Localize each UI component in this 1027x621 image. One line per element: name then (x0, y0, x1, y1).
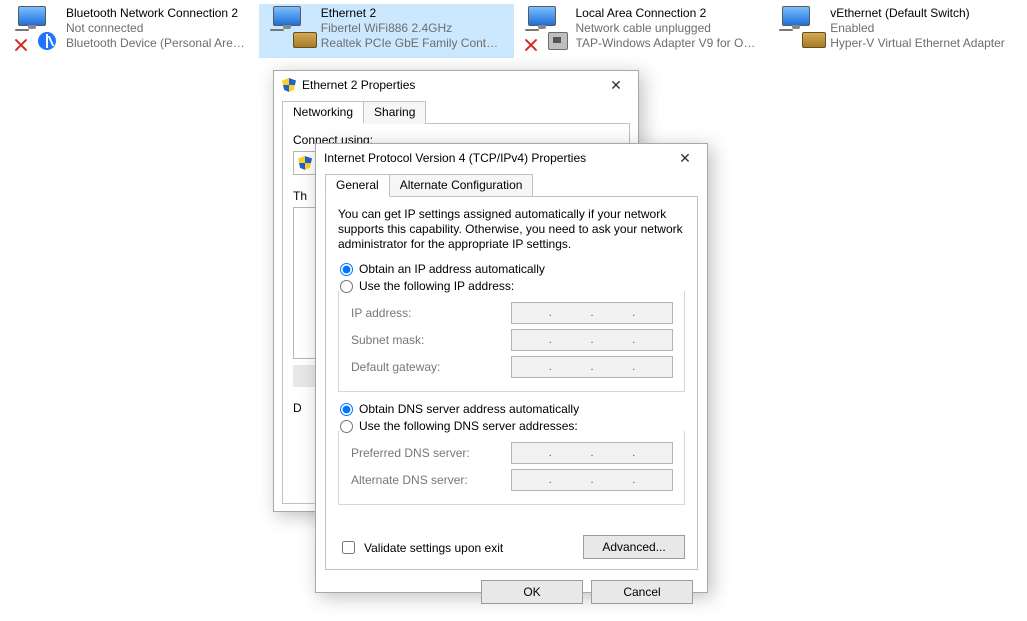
adapter-device: TAP-Windows Adapter V9 for Ope... (576, 36, 756, 51)
radio-dns-manual-label: Use the following DNS server addresses: (359, 419, 578, 433)
dialog-title: Ethernet 2 Properties (302, 78, 596, 92)
radio-ip-auto-label: Obtain an IP address automatically (359, 262, 545, 276)
adapter-lan2[interactable]: Local Area Connection 2 Network cable un… (514, 4, 769, 58)
shield-icon (282, 78, 296, 92)
nic-icon (293, 32, 317, 48)
dialog-title: Internet Protocol Version 4 (TCP/IPv4) P… (324, 151, 665, 165)
alternate-dns-field[interactable]: ... (511, 469, 673, 491)
tab-sharing[interactable]: Sharing (363, 101, 426, 124)
radio-ip-auto-input[interactable] (340, 263, 353, 276)
advanced-button[interactable]: Advanced... (583, 535, 685, 559)
adapter-name: Bluetooth Network Connection 2 (66, 6, 246, 21)
adapter-icon (8, 6, 64, 54)
adapter-status: Fibertel WiFi886 2.4GHz (321, 21, 501, 36)
close-icon: ✕ (610, 77, 622, 94)
validate-checkbox[interactable]: Validate settings upon exit (338, 538, 503, 557)
nic-icon (802, 32, 826, 48)
close-button[interactable]: ✕ (596, 74, 636, 96)
network-adapters-list: Bluetooth Network Connection 2 Not conne… (0, 0, 1027, 58)
tab-general[interactable]: General (325, 174, 390, 197)
subnet-mask-label: Subnet mask: (351, 333, 511, 347)
ip-fields-group: IP address: ... Subnet mask: ... Default… (338, 291, 685, 392)
radio-ip-manual-label: Use the following IP address: (359, 279, 514, 293)
alternate-dns-label: Alternate DNS server: (351, 473, 511, 487)
description-text: You can get IP settings assigned automat… (338, 207, 685, 252)
adapter-name: vEthernet (Default Switch) (830, 6, 1005, 21)
adapter-status: Enabled (830, 21, 1005, 36)
radio-dns-auto[interactable]: Obtain DNS server address automatically (340, 402, 685, 416)
radio-ip-manual-input[interactable] (340, 280, 353, 293)
validate-label: Validate settings upon exit (364, 541, 503, 555)
cancel-button-label: Cancel (623, 585, 660, 599)
cancel-button[interactable]: Cancel (591, 580, 693, 604)
radio-dns-manual-input[interactable] (340, 420, 353, 433)
ok-button-label: OK (523, 585, 540, 599)
advanced-button-label: Advanced... (602, 540, 665, 554)
radio-dns-auto-input[interactable] (340, 403, 353, 416)
adapter-status: Network cable unplugged (576, 21, 756, 36)
adapter-device: Realtek PCIe GbE Family Controll... (321, 36, 501, 51)
adapter-device: Hyper-V Virtual Ethernet Adapter (830, 36, 1005, 51)
adapter-ethernet2[interactable]: Ethernet 2 Fibertel WiFi886 2.4GHz Realt… (259, 4, 514, 58)
error-icon (524, 38, 538, 52)
default-gateway-label: Default gateway: (351, 360, 511, 374)
adapter-status: Not connected (66, 21, 246, 36)
adapter-icon (772, 6, 828, 54)
ipv4-properties-dialog: Internet Protocol Version 4 (TCP/IPv4) P… (315, 143, 708, 593)
adapter-bluetooth[interactable]: Bluetooth Network Connection 2 Not conne… (4, 4, 259, 58)
bluetooth-icon (38, 32, 56, 50)
close-icon: ✕ (679, 150, 691, 167)
dns-fields-group: Preferred DNS server: ... Alternate DNS … (338, 431, 685, 505)
radio-dns-auto-label: Obtain DNS server address automatically (359, 402, 579, 416)
adapter-device: Bluetooth Device (Personal Area ... (66, 36, 246, 51)
radio-ip-auto[interactable]: Obtain an IP address automatically (340, 262, 685, 276)
plug-icon (548, 32, 568, 50)
preferred-dns-label: Preferred DNS server: (351, 446, 511, 460)
tab-networking[interactable]: Networking (282, 101, 364, 124)
ok-button[interactable]: OK (481, 580, 583, 604)
adapter-name: Ethernet 2 (321, 6, 501, 21)
adapter-icon (263, 6, 319, 54)
adapter-icon (518, 6, 574, 54)
error-icon (14, 38, 28, 52)
preferred-dns-field[interactable]: ... (511, 442, 673, 464)
subnet-mask-field[interactable]: ... (511, 329, 673, 351)
adapter-name: Local Area Connection 2 (576, 6, 756, 21)
tab-alternate-configuration[interactable]: Alternate Configuration (389, 174, 534, 197)
adapter-vethernet[interactable]: vEthernet (Default Switch) Enabled Hyper… (768, 4, 1023, 58)
default-gateway-field[interactable]: ... (511, 356, 673, 378)
ip-address-field[interactable]: ... (511, 302, 673, 324)
validate-checkbox-input[interactable] (342, 541, 355, 554)
device-icon (298, 156, 312, 170)
close-button[interactable]: ✕ (665, 147, 705, 169)
ip-address-label: IP address: (351, 306, 511, 320)
